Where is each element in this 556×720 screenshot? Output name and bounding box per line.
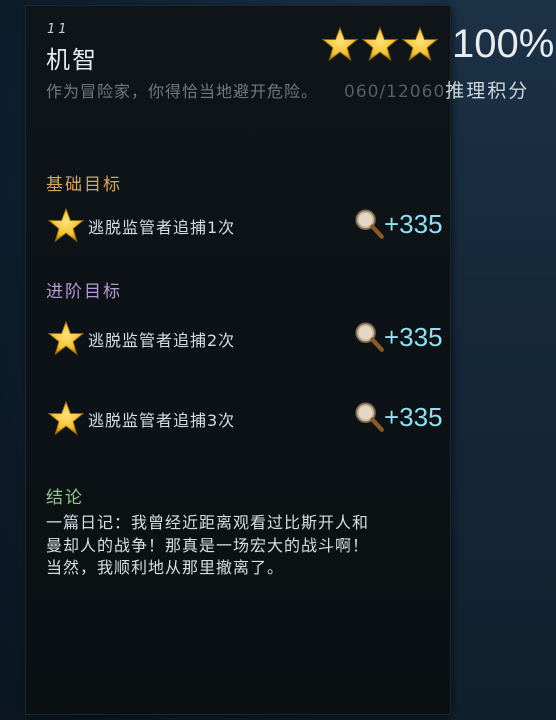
level-subtitle: 作为冒险家，你得恰当地避开危险。 xyxy=(46,82,319,101)
conclusion-line: 曼却人的战争！那真是一场宏大的战斗啊！ xyxy=(46,535,370,555)
task-points: +335 xyxy=(384,209,443,239)
completion-percent: 100% xyxy=(452,22,555,66)
conclusion-line: 当然，我顺利地从那里撤离了。 xyxy=(46,558,285,577)
background-right xyxy=(450,0,556,720)
task-row: 逃脱监管者追捕1次 +335 xyxy=(48,205,443,245)
rating-star-icon xyxy=(362,26,398,62)
achievement-panel xyxy=(26,6,450,714)
level-number: 11 xyxy=(47,22,70,37)
rating-stars xyxy=(322,26,438,62)
gold-star-icon xyxy=(48,207,84,243)
rating-star-icon xyxy=(402,26,438,62)
score-label: 推理积分 xyxy=(445,80,530,102)
gold-star-icon xyxy=(48,400,84,436)
conclusion-line: 一篇日记：我曾经近距离观看过比斯开人和 xyxy=(46,513,370,532)
task-label: 逃脱监管者追捕2次 xyxy=(88,331,236,350)
conclusion-heading: 结论 xyxy=(46,488,84,508)
magnifier-icon xyxy=(355,322,384,352)
score-row: 060/12060推理积分 xyxy=(344,76,529,103)
task-label: 逃脱监管者追捕1次 xyxy=(88,218,236,237)
task-points: +335 xyxy=(384,322,443,352)
task-points: +335 xyxy=(384,402,443,432)
advanced-goals-heading: 进阶目标 xyxy=(46,282,122,302)
level-title: 机智 xyxy=(46,46,98,74)
task-label: 逃脱监管者追捕3次 xyxy=(88,411,236,430)
gold-star-icon xyxy=(48,320,84,356)
magnifier-icon xyxy=(355,209,384,239)
task-row: 逃脱监管者追捕3次 +335 xyxy=(48,398,443,438)
conclusion-text: 一篇日记：我曾经近距离观看过比斯开人和 曼却人的战争！那真是一场宏大的战斗啊！ … xyxy=(46,512,426,580)
task-row: 逃脱监管者追捕2次 +335 xyxy=(48,318,443,358)
basic-goals-heading: 基础目标 xyxy=(46,175,122,195)
magnifier-icon xyxy=(355,402,384,432)
rating-star-icon xyxy=(322,26,358,62)
score-value: 060/12060 xyxy=(344,82,446,102)
